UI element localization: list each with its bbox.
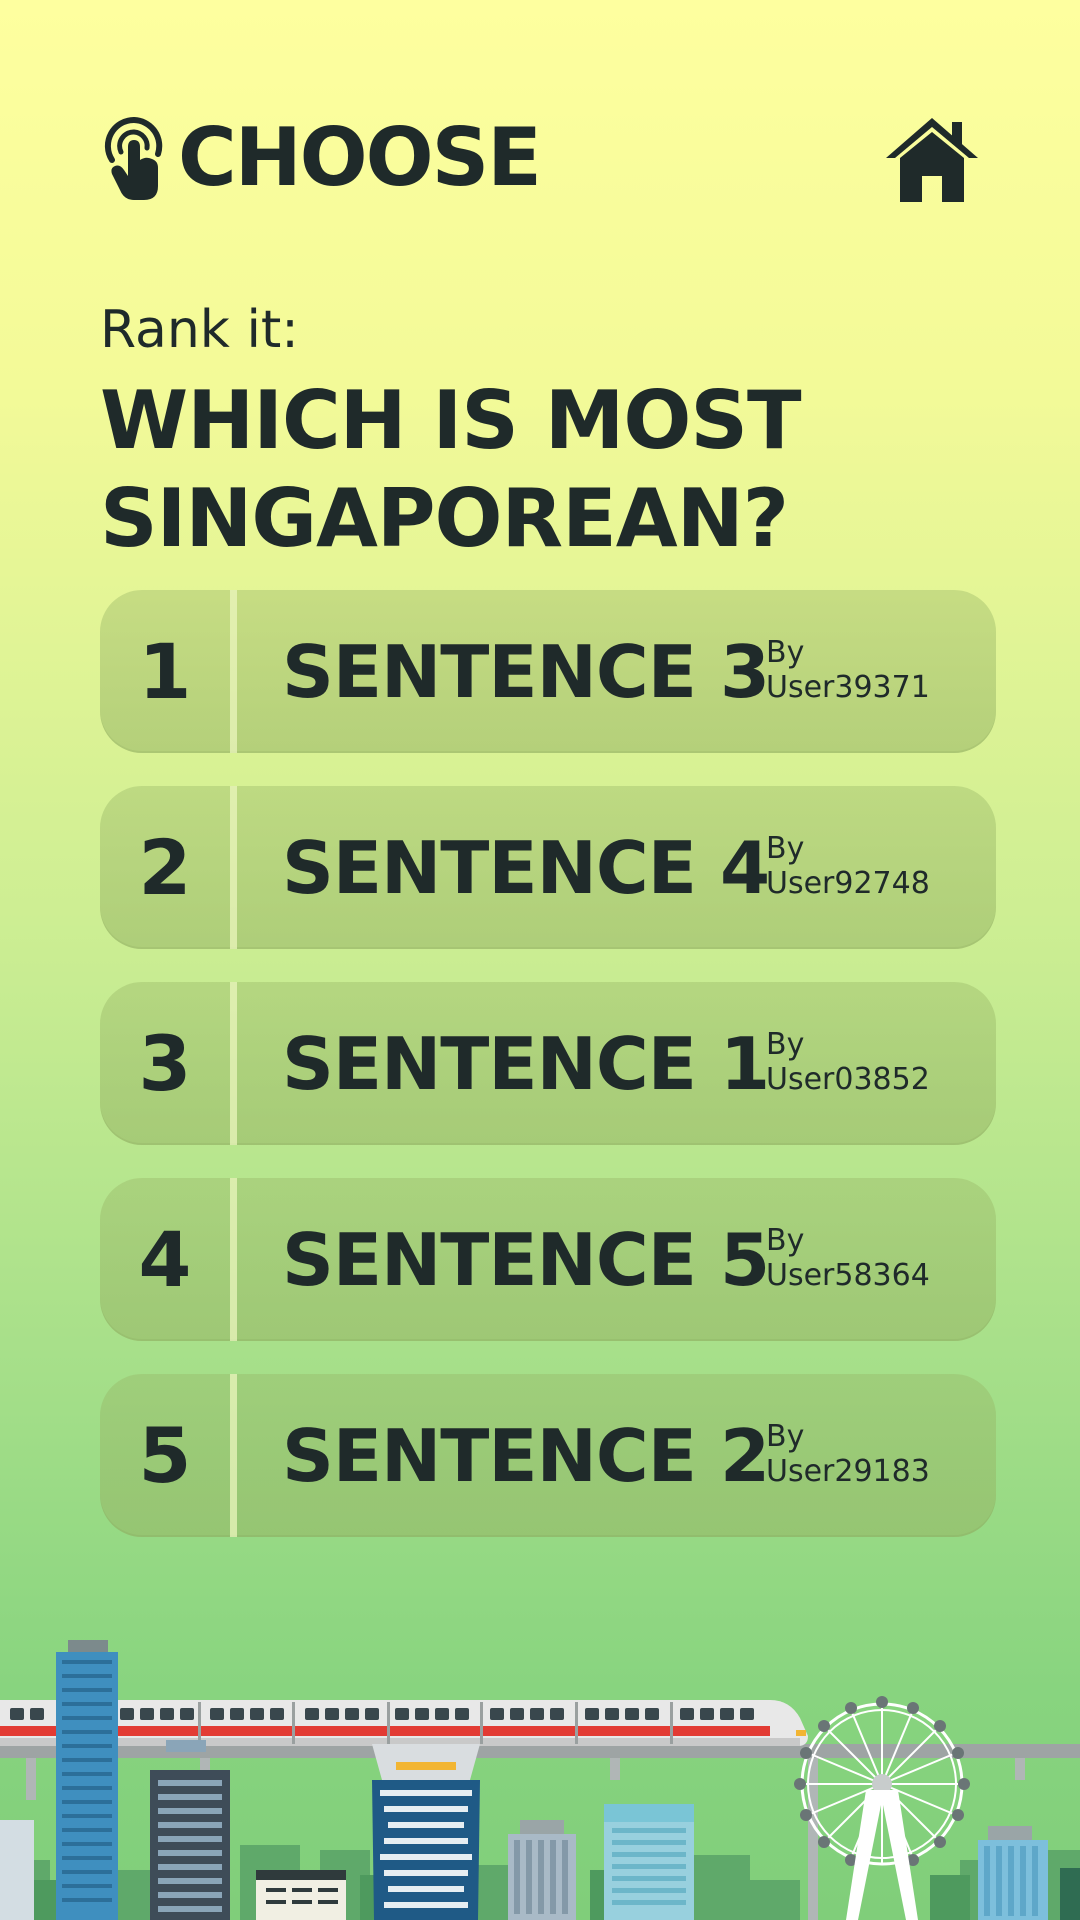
question-heading: WHICH IS MOST SINGAPOREAN? [100,372,980,568]
sentence-label: SENTENCE 2 [282,1413,770,1498]
sentence-label: SENTENCE 4 [282,825,770,910]
author-credit: By User39371 [766,635,930,705]
instruction-label: Rank it: [100,300,299,360]
author-credit: By User92748 [766,831,930,901]
author-prefix: By [766,1419,805,1454]
app-title: CHOOSE [178,111,542,204]
rank-divider [230,590,237,753]
singapore-skyline-illustration [0,1640,1080,1920]
rank-number: 5 [138,1411,192,1500]
rank-divider [230,1374,237,1537]
author-prefix: By [766,1223,805,1258]
rank-number: 4 [138,1215,192,1304]
rank-divider [230,1178,237,1341]
sentence-label: SENTENCE 3 [282,629,770,714]
rank-number: 2 [138,823,192,912]
brand[interactable]: CHOOSE [100,108,542,208]
home-icon [886,118,978,202]
rank-divider [230,786,237,949]
author-prefix: By [766,1027,805,1062]
rank-item-1[interactable]: 1 SENTENCE 3 By User39371 [100,590,996,753]
author-prefix: By [766,831,805,866]
rank-number: 1 [138,627,192,716]
author-username: User58364 [766,1258,930,1293]
author-username: User39371 [766,670,930,705]
home-button[interactable] [884,112,980,204]
ranking-list: 1 SENTENCE 3 By User39371 2 SENTENCE 4 B… [100,590,996,1570]
rank-item-4[interactable]: 4 SENTENCE 5 By User58364 [100,1178,996,1341]
question-line-2: SINGAPOREAN? [100,472,789,565]
sentence-label: SENTENCE 1 [282,1021,770,1106]
touch-hand-icon [104,116,163,200]
author-username: User03852 [766,1062,930,1097]
author-username: User29183 [766,1454,930,1489]
sentence-label: SENTENCE 5 [282,1217,770,1302]
rank-item-3[interactable]: 3 SENTENCE 1 By User03852 [100,982,996,1145]
author-prefix: By [766,635,805,670]
author-credit: By User03852 [766,1027,930,1097]
rank-divider [230,982,237,1145]
author-username: User92748 [766,866,930,901]
question-line-1: WHICH IS MOST [100,374,802,467]
rank-item-2[interactable]: 2 SENTENCE 4 By User92748 [100,786,996,949]
rank-item-5[interactable]: 5 SENTENCE 2 By User29183 [100,1374,996,1537]
author-credit: By User58364 [766,1223,930,1293]
header: CHOOSE [100,108,980,208]
rank-number: 3 [138,1019,192,1108]
author-credit: By User29183 [766,1419,930,1489]
